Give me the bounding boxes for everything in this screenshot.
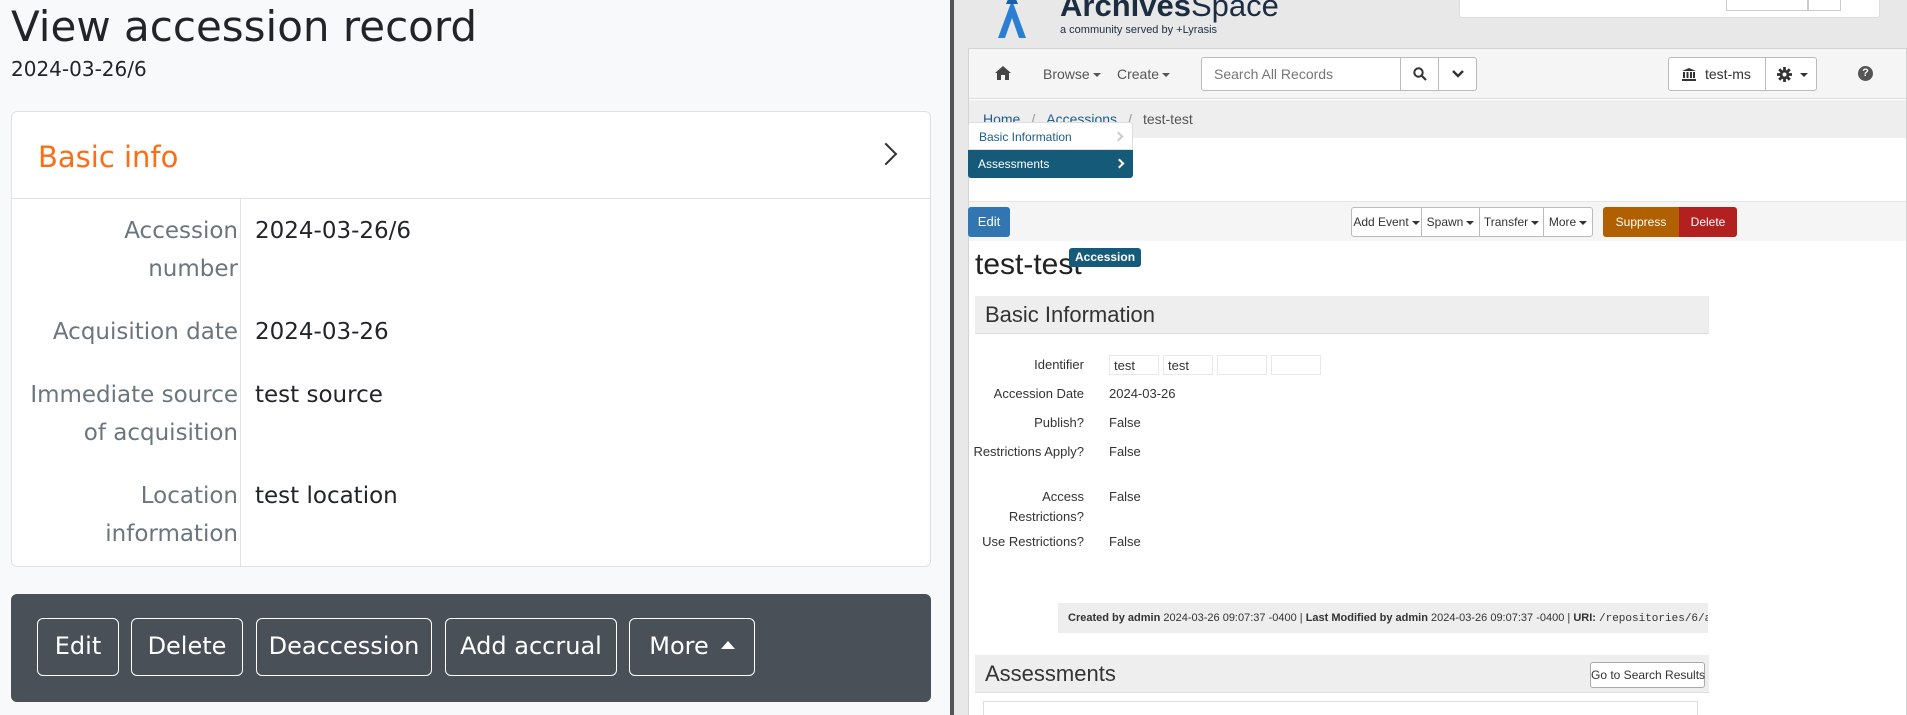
page-title: View accession record xyxy=(11,2,478,51)
main-navbar: Browse Create Search All Records test-ms… xyxy=(969,49,1906,99)
field-value: False xyxy=(1109,444,1141,459)
search-input[interactable] xyxy=(1201,57,1401,91)
deaccession-button[interactable]: Deaccession xyxy=(256,618,432,676)
screen: View accession record 2024-03-26/6 Basic… xyxy=(0,0,1907,715)
add-accrual-button[interactable]: Add accrual xyxy=(445,618,617,676)
login-form xyxy=(1459,0,1880,18)
chevron-right-icon xyxy=(1113,131,1124,142)
caret-up-icon xyxy=(720,640,735,649)
home-icon[interactable] xyxy=(995,66,1011,80)
field-label: Identifier xyxy=(1034,357,1084,372)
logo-mark-icon xyxy=(998,0,1026,38)
field-label: Accession number xyxy=(124,218,238,282)
delete-button[interactable]: Delete xyxy=(131,618,243,676)
chevron-right-icon[interactable] xyxy=(874,142,898,166)
institution-icon xyxy=(1682,68,1696,81)
sidenav-assessments[interactable]: Assessments xyxy=(968,150,1133,178)
field-label: Immediate source of acquisition xyxy=(30,382,238,446)
page-subtitle: 2024-03-26/6 xyxy=(11,57,147,81)
field-value: test source xyxy=(255,382,383,408)
chevron-down-icon xyxy=(1452,70,1464,78)
record-type-badge: Accession xyxy=(1069,248,1142,267)
suppress-button[interactable]: Suppress xyxy=(1603,207,1679,237)
caret-down-icon xyxy=(1800,73,1808,77)
breadcrumb-current: test-test xyxy=(1142,111,1193,127)
transfer-button[interactable]: Transfer xyxy=(1479,207,1544,237)
caret-down-icon xyxy=(1092,73,1101,78)
login-button[interactable] xyxy=(1808,0,1841,11)
field-divider xyxy=(240,199,241,566)
field-value: 2024-03-26 xyxy=(255,319,389,345)
record-toolbar: Edit Add Event Spawn Transfer More Suppr… xyxy=(968,201,1906,241)
settings-menu[interactable] xyxy=(1765,57,1817,91)
browse-menu[interactable]: Browse xyxy=(1043,66,1101,82)
caret-down-icon xyxy=(1162,73,1171,78)
record-uri: /repositories/6/accessions/17 xyxy=(1599,613,1708,625)
field-label: Access Restrictions? xyxy=(1008,489,1084,524)
spawn-button[interactable]: Spawn xyxy=(1421,207,1480,237)
field-label: Restrictions Apply? xyxy=(973,444,1084,459)
logo-text: ArchivesSpace xyxy=(1060,0,1279,23)
repository-selector[interactable]: test-ms xyxy=(1668,57,1766,91)
gear-icon xyxy=(1777,67,1792,82)
create-menu[interactable]: Create xyxy=(1117,66,1171,82)
assessments-list xyxy=(983,701,1698,715)
identifier-part xyxy=(1217,355,1267,375)
record-title: test-test xyxy=(975,248,1082,281)
left-pane: View accession record 2024-03-26/6 Basic… xyxy=(0,0,950,715)
field-label: Location information xyxy=(105,483,238,547)
basic-information-heading: Basic Information xyxy=(975,296,1709,334)
field-label: Acquisition date xyxy=(52,319,238,345)
search-button[interactable] xyxy=(1400,57,1439,91)
field-value: False xyxy=(1109,534,1141,549)
identifier-part: test xyxy=(1109,355,1159,375)
edit-button[interactable]: Edit xyxy=(968,207,1010,237)
basic-info-title: Basic info xyxy=(38,140,179,174)
app-frame: Browse Create Search All Records test-ms… xyxy=(968,48,1907,715)
field-label: Publish? xyxy=(1034,415,1084,430)
more-label: More xyxy=(649,632,709,660)
more-button[interactable]: More xyxy=(629,618,755,676)
field-value: test location xyxy=(255,483,398,509)
logo-tagline: a community served by +Lyrasis xyxy=(1060,24,1218,36)
chevron-right-icon xyxy=(1114,158,1125,169)
go-to-search-results-button[interactable]: Go to Search Results xyxy=(1590,662,1705,688)
field-value: False xyxy=(1109,415,1141,430)
sidenav-basic-information[interactable]: Basic Information xyxy=(968,122,1133,150)
field-label: Use Restrictions? xyxy=(982,534,1084,549)
field-value: 2024-03-26 xyxy=(1109,386,1176,401)
field-value: 2024-03-26/6 xyxy=(255,218,412,244)
help-icon[interactable]: ? xyxy=(1858,66,1873,81)
login-input[interactable] xyxy=(1726,0,1808,11)
basic-info-card: Basic info Accession number 2024-03-26/6… xyxy=(11,111,931,567)
more-button[interactable]: More xyxy=(1543,207,1593,237)
record-audit-info: Created by admin 2024-03-26 09:07:37 -04… xyxy=(1058,603,1708,633)
record-sidenav: Basic Information Assessments xyxy=(968,122,1133,178)
right-pane: ArchivesSpace a community served by +Lyr… xyxy=(954,0,1907,715)
repository-label: test-ms xyxy=(1705,66,1751,82)
edit-button[interactable]: Edit xyxy=(37,618,119,676)
search-icon xyxy=(1413,67,1427,81)
field-label: Accession Date xyxy=(993,386,1084,401)
delete-button[interactable]: Delete xyxy=(1679,207,1737,237)
add-event-button[interactable]: Add Event xyxy=(1351,207,1422,237)
field-value: False xyxy=(1109,489,1141,504)
action-bar: Edit Delete Deaccession Add accrual More xyxy=(11,594,931,702)
search-options-button[interactable] xyxy=(1438,57,1477,91)
identifier-part xyxy=(1271,355,1321,375)
identifier-part: test xyxy=(1163,355,1213,375)
assessments-heading: Assessments Go to Search Results xyxy=(975,655,1709,693)
basic-info-header[interactable]: Basic info xyxy=(12,112,930,199)
